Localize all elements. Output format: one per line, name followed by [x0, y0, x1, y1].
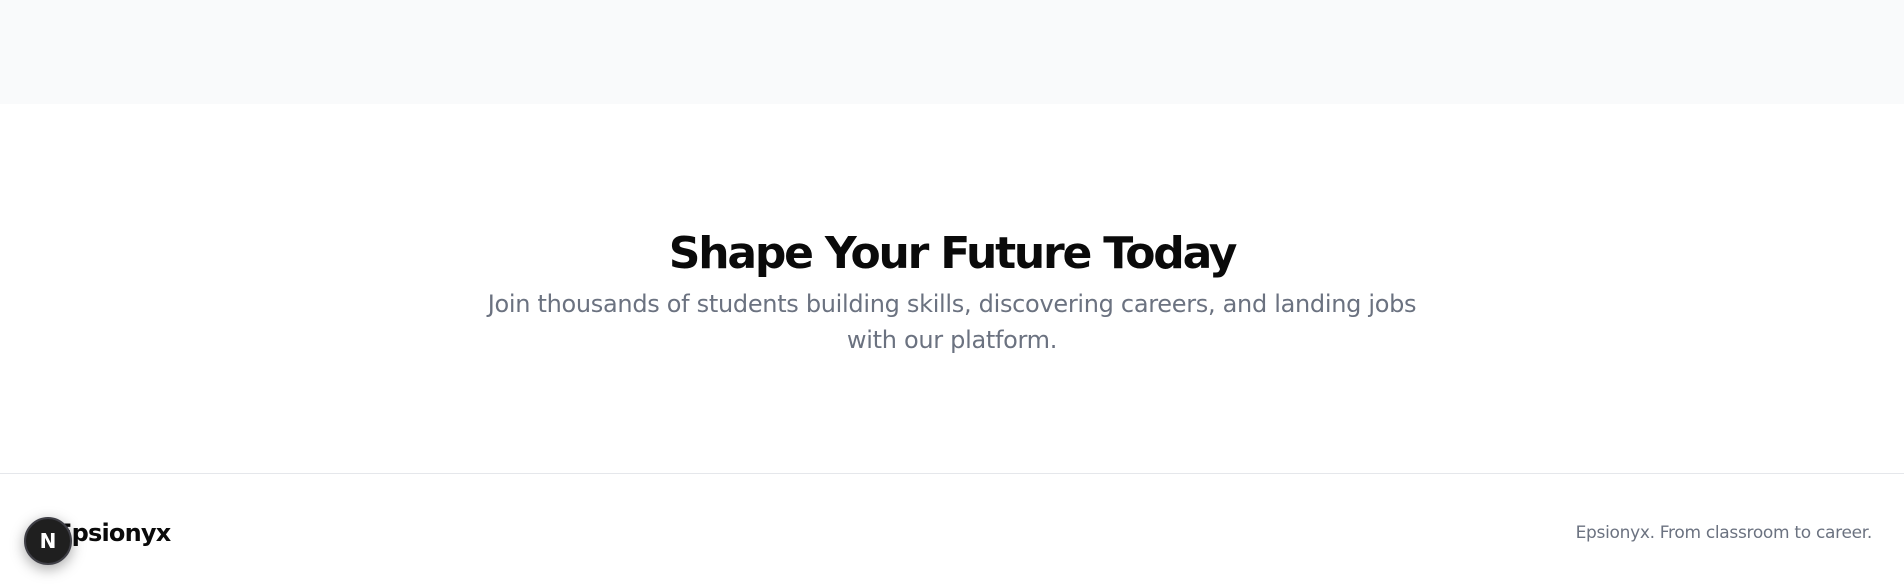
footer-tagline: Epsionyx. From classroom to career.	[1575, 523, 1873, 543]
site-footer: Epsionyx Epsionyx. From classroom to car…	[0, 473, 1904, 587]
nextjs-logo-icon: N	[39, 529, 57, 553]
hero-title: Shape Your Future Today	[668, 228, 1238, 279]
brand-name: Epsionyx	[56, 519, 171, 547]
hero-subtitle: Join thousands of students building skil…	[487, 290, 1417, 354]
cta-hero-section: Shape Your Future Today Join thousands o…	[0, 104, 1904, 473]
top-section-background	[0, 0, 1904, 104]
nextjs-dev-tools-button[interactable]: N	[24, 517, 72, 565]
